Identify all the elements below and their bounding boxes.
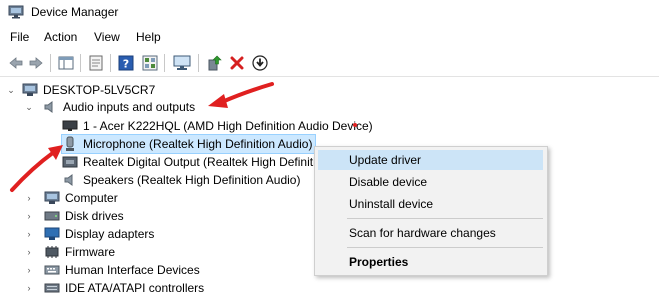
tree-category-label: Computer xyxy=(65,191,118,205)
chevron-right-icon[interactable]: › xyxy=(24,243,34,261)
tree-category-display-adapters[interactable]: › Display adapters xyxy=(24,225,155,243)
forward-icon[interactable] xyxy=(26,53,46,73)
disk-drive-icon xyxy=(44,208,60,224)
menu-file[interactable]: File xyxy=(8,30,31,44)
tree-device-item[interactable]: 1 - Acer K222HQL (AMD High Definition Au… xyxy=(62,117,373,135)
help-icon[interactable]: ? xyxy=(116,53,136,73)
tree-category-firmware[interactable]: › Firmware xyxy=(24,243,116,261)
menu-help[interactable]: Help xyxy=(134,30,163,44)
menu-separator xyxy=(347,218,543,219)
tree-root[interactable]: ⌄ DESKTOP-5LV5CR7 xyxy=(7,81,156,99)
computer-icon xyxy=(44,190,60,206)
tree-device-label: Speakers (Realtek High Definition Audio) xyxy=(83,173,301,187)
tree-category-label: IDE ATA/ATAPI controllers xyxy=(65,281,205,295)
toolbar: ? xyxy=(0,50,659,77)
menu-bar: File Action View Help xyxy=(0,28,659,48)
ide-controller-icon xyxy=(44,280,60,296)
svg-text:?: ? xyxy=(123,58,129,71)
context-menu: Update driver Disable device Uninstall d… xyxy=(314,146,548,276)
menu-view[interactable]: View xyxy=(92,30,122,44)
toolbar-separator xyxy=(164,54,165,72)
properties-icon[interactable] xyxy=(86,53,106,73)
show-hide-tree-icon[interactable] xyxy=(56,53,76,73)
tree-device-label: Microphone (Realtek High Definition Audi… xyxy=(83,137,313,151)
title-bar: Device Manager xyxy=(0,0,659,26)
tree-category-label: Display adapters xyxy=(65,227,155,241)
scan-hardware-menu-item[interactable]: Scan for hardware changes xyxy=(318,223,543,243)
tree-category-computer[interactable]: › Computer xyxy=(26,189,118,207)
tree-device-item[interactable]: Speakers (Realtek High Definition Audio) xyxy=(62,171,300,189)
firmware-icon xyxy=(44,244,60,260)
tree-root-label: DESKTOP-5LV5CR7 xyxy=(43,83,156,97)
disable-device-menu-item[interactable]: Disable device xyxy=(318,172,543,192)
device-manager-icon xyxy=(8,5,24,19)
toolbar-separator xyxy=(50,54,51,72)
tree-device-item-selected[interactable]: Microphone (Realtek High Definition Audi… xyxy=(61,134,316,154)
properties-menu-item[interactable]: Properties xyxy=(318,252,543,272)
tree-category-label: Human Interface Devices xyxy=(65,263,200,277)
tree-device-label: 1 - Acer K222HQL (AMD High Definition Au… xyxy=(83,119,373,133)
driver-details-icon[interactable] xyxy=(140,53,160,73)
uninstall-device-menu-item[interactable]: Uninstall device xyxy=(318,194,543,214)
chevron-right-icon[interactable]: › xyxy=(24,207,34,225)
chevron-down-icon[interactable]: ⌄ xyxy=(6,81,16,99)
display-adapter-icon xyxy=(44,226,60,242)
chevron-right-icon[interactable]: › xyxy=(24,189,34,207)
toolbar-separator xyxy=(80,54,81,72)
tree-category-hid[interactable]: › Human Interface Devices xyxy=(26,261,200,279)
uninstall-icon[interactable] xyxy=(227,53,247,73)
chevron-right-icon[interactable]: › xyxy=(24,279,34,297)
chevron-right-icon[interactable]: › xyxy=(24,225,34,243)
toolbar-separator xyxy=(110,54,111,72)
update-driver-icon[interactable] xyxy=(204,53,224,73)
toolbar-separator xyxy=(198,54,199,72)
computer-icon xyxy=(22,82,38,98)
chevron-right-icon[interactable]: › xyxy=(24,261,34,279)
monitor-audio-icon xyxy=(62,118,78,134)
tree-category-ide[interactable]: › IDE ATA/ATAPI controllers xyxy=(24,279,205,297)
window-title: Device Manager xyxy=(31,5,119,19)
menu-action[interactable]: Action xyxy=(42,30,79,44)
tree-category-label: Disk drives xyxy=(65,209,124,223)
speaker-icon xyxy=(62,172,78,188)
download-icon[interactable] xyxy=(250,53,270,73)
chevron-down-icon[interactable]: ⌄ xyxy=(24,98,34,116)
tree-category-label: Firmware xyxy=(65,245,115,259)
digital-output-icon xyxy=(62,154,78,170)
update-driver-menu-item[interactable]: Update driver xyxy=(318,150,543,170)
tree-category-audio[interactable]: ⌄ Audio inputs and outputs xyxy=(24,98,196,116)
tree-device-label: Realtek Digital Output (Realtek High Def… xyxy=(83,155,316,169)
tree-category-label: Audio inputs and outputs xyxy=(63,100,196,114)
hid-icon xyxy=(44,262,60,278)
microphone-icon xyxy=(62,136,78,152)
monitor-icon[interactable] xyxy=(172,53,192,73)
back-icon[interactable] xyxy=(6,53,26,73)
speaker-icon xyxy=(42,99,58,115)
menu-separator xyxy=(347,247,543,248)
tree-category-disk-drives[interactable]: › Disk drives xyxy=(26,207,124,225)
tree-device-item[interactable]: Realtek Digital Output (Realtek High Def… xyxy=(62,153,316,171)
